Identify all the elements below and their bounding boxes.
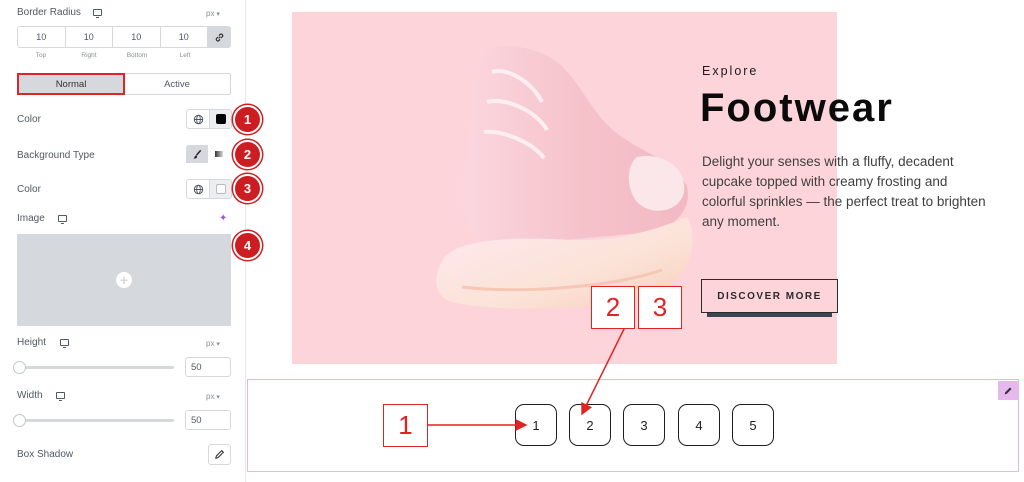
color-picker-button[interactable] — [209, 110, 231, 128]
annotation-badge-2: 2 — [233, 140, 262, 169]
callout-box-3: 3 — [638, 286, 682, 329]
border-radius-right-input[interactable]: 10 — [66, 27, 113, 47]
ai-sparkle-icon[interactable]: ✦ — [219, 213, 227, 224]
desktop-icon[interactable] — [58, 215, 67, 224]
width-label: Width — [17, 390, 43, 401]
desktop-icon[interactable] — [93, 9, 102, 18]
pagination-bullet-3[interactable]: 3 — [623, 404, 665, 446]
edit-section-button[interactable] — [998, 381, 1018, 400]
annotation-badge-3: 3 — [233, 174, 262, 203]
color-control — [186, 109, 232, 129]
annotation-badge-4: 4 — [233, 231, 262, 260]
desktop-icon[interactable] — [56, 392, 65, 401]
pagination-bullet-2[interactable]: 2 — [569, 404, 611, 446]
brush-icon[interactable] — [186, 145, 208, 163]
pagination-bullet-4[interactable]: 4 — [678, 404, 720, 446]
color2-picker-button[interactable] — [209, 180, 231, 198]
border-radius-unit-select[interactable]: px — [206, 9, 220, 18]
color-swatch-white — [215, 184, 226, 194]
cta-shadow — [707, 313, 832, 317]
caption-bottom: Bottom — [126, 52, 148, 59]
globe-icon[interactable] — [187, 180, 209, 198]
height-slider[interactable] — [13, 361, 174, 374]
pencil-icon — [1004, 387, 1012, 394]
box-shadow-edit-button[interactable] — [208, 444, 231, 465]
hero-kicker: Explore — [702, 64, 759, 78]
color2-control — [186, 179, 232, 199]
border-radius-captions: Top Right Bottom Left — [17, 52, 209, 59]
border-radius-bottom-input[interactable]: 10 — [113, 27, 161, 47]
caption-right: Right — [81, 52, 97, 59]
pencil-icon — [215, 449, 225, 459]
annotation-badge-1: 1 — [233, 105, 262, 134]
height-label: Height — [17, 337, 46, 348]
border-radius-top-input[interactable]: 10 — [18, 27, 66, 47]
add-image-icon[interactable]: + — [116, 272, 132, 288]
width-slider[interactable] — [13, 414, 174, 427]
callout-box-2: 2 — [591, 286, 635, 329]
width-unit-select[interactable]: px — [206, 392, 220, 401]
color-swatch-black — [215, 114, 226, 124]
desktop-icon[interactable] — [60, 339, 69, 348]
height-slider-thumb[interactable] — [13, 361, 26, 374]
callout-box-1: 1 — [383, 404, 428, 447]
state-tabs: Normal Active — [17, 73, 231, 95]
caption-top: Top — [35, 52, 47, 59]
border-radius-left-input[interactable]: 10 — [161, 27, 208, 47]
color2-label: Color — [17, 184, 41, 195]
style-panel: Border Radius px 10 10 10 10 Top Right B… — [0, 0, 246, 482]
link-values-button[interactable] — [208, 27, 230, 47]
height-unit-select[interactable]: px — [206, 339, 220, 348]
height-input[interactable]: 50 — [185, 357, 231, 377]
border-radius-label: Border Radius — [17, 7, 81, 18]
box-shadow-label: Box Shadow — [17, 449, 74, 460]
hero-headline: Footwear — [700, 86, 894, 130]
pagination-bullet-5[interactable]: 5 — [732, 404, 774, 446]
width-input[interactable]: 50 — [185, 410, 231, 430]
gradient-icon[interactable] — [208, 145, 230, 163]
image-label: Image — [17, 213, 45, 224]
discover-more-button[interactable]: DISCOVER MORE — [701, 279, 838, 313]
width-slider-thumb[interactable] — [13, 414, 26, 427]
border-radius-inputs: 10 10 10 10 — [17, 26, 231, 48]
pagination-bullet-1[interactable]: 1 — [515, 404, 557, 446]
link-icon — [215, 33, 223, 41]
hero-description: Delight your senses with a fluffy, decad… — [702, 154, 986, 229]
tab-normal[interactable]: Normal — [17, 73, 125, 95]
globe-icon[interactable] — [187, 110, 209, 128]
image-upload-area[interactable]: + — [17, 234, 231, 326]
background-type-control — [186, 145, 230, 165]
tab-active[interactable]: Active — [124, 74, 230, 94]
background-type-label: Background Type — [17, 150, 95, 161]
caption-left: Left — [179, 52, 191, 59]
color-label: Color — [17, 114, 41, 125]
